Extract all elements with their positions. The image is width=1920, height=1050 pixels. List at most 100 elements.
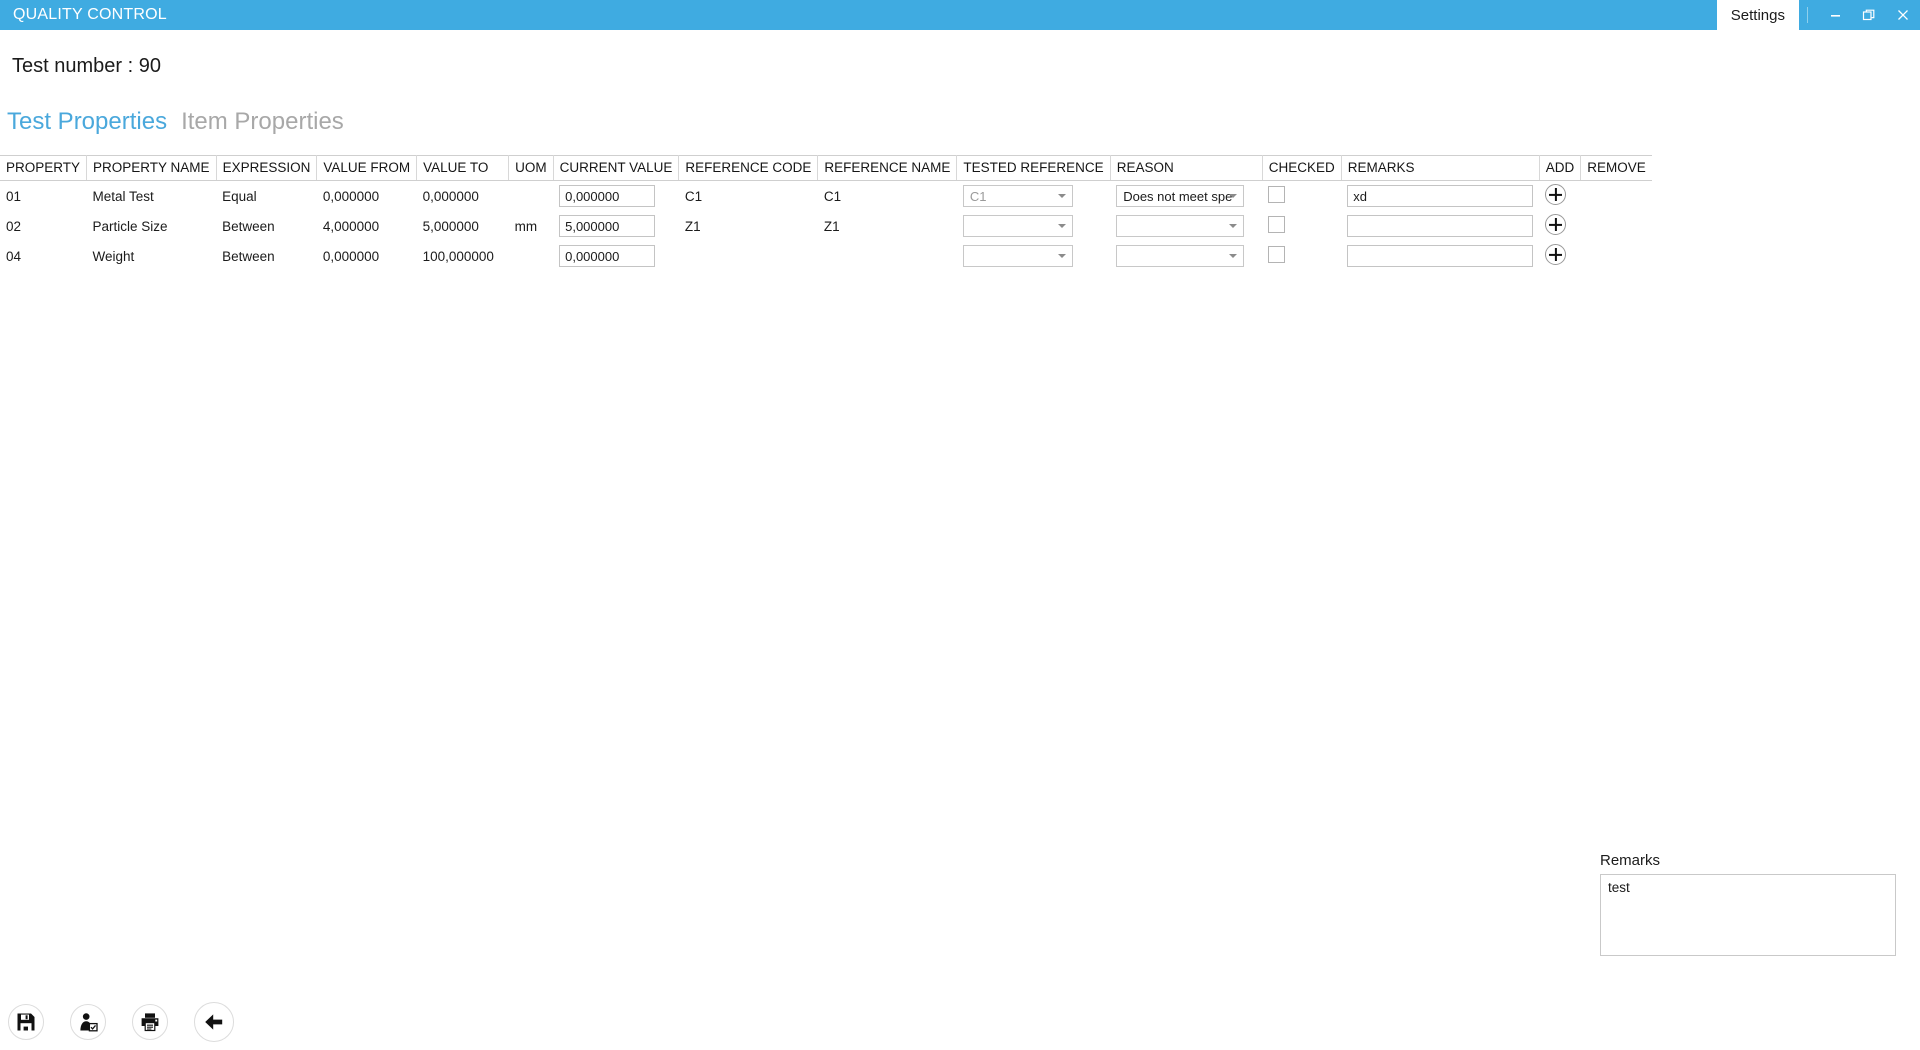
tested-reference-dropdown[interactable] <box>962 215 1073 237</box>
close-button[interactable] <box>1886 0 1920 30</box>
cell-current-value <box>553 211 679 241</box>
printer-icon <box>141 1013 159 1032</box>
current-value-input[interactable] <box>559 215 656 237</box>
minimize-button[interactable] <box>1818 0 1852 30</box>
plus-circle-icon[interactable] <box>1545 184 1567 205</box>
user-check-icon <box>80 1013 98 1032</box>
tested-reference-dropdown[interactable] <box>962 245 1073 267</box>
settings-tab[interactable]: Settings <box>1716 0 1799 30</box>
cell-property: 02 <box>6 218 22 234</box>
assign-user-button[interactable] <box>70 1004 106 1040</box>
cell-add <box>1539 211 1581 241</box>
window-controls-separator <box>1807 7 1808 23</box>
cell-reason <box>1110 241 1262 271</box>
cell-remove <box>1581 241 1652 271</box>
remarks-input[interactable] <box>1347 215 1534 237</box>
remarks-panel-label: Remarks <box>1600 852 1661 869</box>
remarks-input[interactable] <box>1347 185 1534 207</box>
column-header-reference-code[interactable]: REFERENCE CODE <box>678 155 819 181</box>
cell-current-value <box>553 241 679 271</box>
cell-checked <box>1262 211 1341 241</box>
cell-value-to: 0,000000 <box>422 188 479 204</box>
column-header-current-value[interactable]: CURRENT VALUE <box>553 155 680 181</box>
cell-remarks <box>1341 241 1539 271</box>
remarks-input[interactable] <box>1347 245 1534 267</box>
column-header-value-from[interactable]: VALUE FROM <box>316 155 418 181</box>
restore-button[interactable] <box>1852 0 1886 30</box>
column-header-property[interactable]: PROPERTY <box>0 155 88 181</box>
cell-add <box>1539 241 1581 271</box>
column-header-reason[interactable]: REASON <box>1110 155 1263 181</box>
column-header-reference-name[interactable]: REFERENCE NAME <box>817 155 958 181</box>
table-body: 01 Metal Test Equal 0,000000 0,000000 C1… <box>0 181 1652 272</box>
cell-expression: Equal <box>222 188 257 204</box>
print-button[interactable] <box>132 1004 168 1040</box>
cell-remove <box>1581 211 1652 241</box>
properties-table-container: PROPERTY PROPERTY NAME EXPRESSION VALUE … <box>0 155 1920 271</box>
cell-reference-code <box>679 241 818 271</box>
cell-value-from: 0,000000 <box>322 188 380 204</box>
chevron-down-icon <box>1057 194 1066 198</box>
table-row[interactable]: 02 Particle Size Between 4,000000 5,0000… <box>0 211 1652 241</box>
column-header-expression[interactable]: EXPRESSION <box>216 155 318 181</box>
cell-remove <box>1581 181 1652 212</box>
cell-reference-name: Z1 <box>823 218 840 234</box>
cell-expression: Between <box>222 218 275 234</box>
tab-test-properties[interactable]: Test Properties <box>7 108 167 136</box>
cell-value-from: 0,000000 <box>322 248 380 264</box>
cell-reference-name: C1 <box>823 188 842 204</box>
minimize-icon <box>1830 14 1840 17</box>
bottom-toolbar <box>8 1002 234 1042</box>
cell-checked <box>1262 241 1341 271</box>
title-bar: QUALITY CONTROL Settings <box>0 0 1920 30</box>
cell-property: 01 <box>6 188 22 204</box>
column-header-tested-reference[interactable]: TESTED REFERENCE <box>956 155 1111 181</box>
cell-value-from: 4,000000 <box>322 218 380 234</box>
chevron-down-icon <box>1229 194 1238 198</box>
cell-tested-reference <box>957 211 1110 241</box>
cell-checked <box>1262 181 1341 212</box>
test-number-label: Test number : 90 <box>12 55 161 77</box>
properties-table: PROPERTY PROPERTY NAME EXPRESSION VALUE … <box>0 155 1652 271</box>
back-button[interactable] <box>194 1002 234 1042</box>
current-value-input[interactable] <box>559 245 656 267</box>
column-header-remarks[interactable]: REMARKS <box>1341 155 1540 181</box>
cell-reference-code: C1 <box>684 188 703 204</box>
reason-value: Does not meet spe <box>1123 188 1233 204</box>
table-row[interactable]: 04 Weight Between 0,000000 100,000000 <box>0 241 1652 271</box>
cell-expression: Between <box>222 248 275 264</box>
remarks-panel: Remarks test <box>1600 852 1900 961</box>
window-controls: Settings <box>1716 0 1920 30</box>
column-header-property-name[interactable]: PROPERTY NAME <box>86 155 217 181</box>
checked-checkbox[interactable] <box>1268 216 1286 233</box>
cell-property-name: Weight <box>92 248 135 264</box>
reason-dropdown[interactable]: Does not meet spe <box>1116 185 1245 207</box>
plus-circle-icon[interactable] <box>1545 244 1567 265</box>
column-header-checked[interactable]: CHECKED <box>1262 155 1342 181</box>
column-header-remove[interactable]: REMOVE <box>1580 155 1652 181</box>
cell-reason: Does not meet spe <box>1110 181 1262 212</box>
cell-property-name: Metal Test <box>92 188 154 204</box>
reason-dropdown[interactable] <box>1116 245 1245 267</box>
cell-property: 04 <box>6 248 22 264</box>
column-header-uom[interactable]: UOM <box>508 155 554 181</box>
current-value-input[interactable] <box>559 185 656 207</box>
cell-remarks <box>1341 181 1539 212</box>
cell-reference-name <box>818 241 957 271</box>
reason-dropdown[interactable] <box>1116 215 1245 237</box>
plus-circle-icon[interactable] <box>1545 214 1567 235</box>
save-button[interactable] <box>8 1004 44 1040</box>
cell-tested-reference: C1 <box>957 181 1110 212</box>
chevron-down-icon <box>1057 224 1066 228</box>
table-row[interactable]: 01 Metal Test Equal 0,000000 0,000000 C1… <box>0 181 1652 212</box>
tab-item-properties[interactable]: Item Properties <box>181 108 344 136</box>
column-header-value-to[interactable]: VALUE TO <box>416 155 510 181</box>
restore-icon <box>1862 9 1875 21</box>
column-header-add[interactable]: ADD <box>1539 155 1582 181</box>
cell-value-to: 5,000000 <box>422 218 479 234</box>
cell-add <box>1539 181 1581 212</box>
remarks-textarea[interactable]: test <box>1600 874 1896 956</box>
checked-checkbox[interactable] <box>1268 186 1286 203</box>
tested-reference-dropdown[interactable]: C1 <box>962 185 1073 207</box>
checked-checkbox[interactable] <box>1268 246 1286 263</box>
